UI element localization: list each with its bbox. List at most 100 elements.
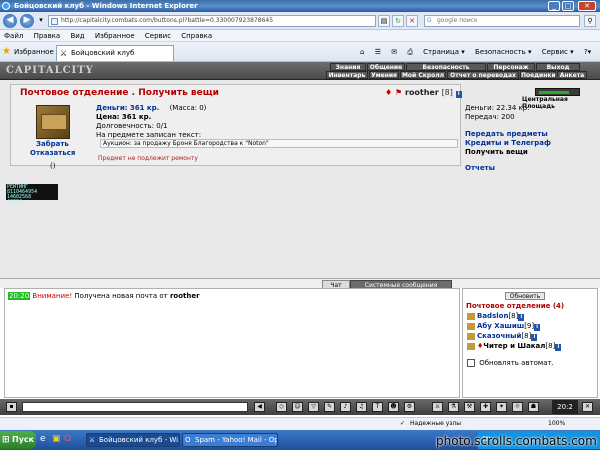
auto-update-option[interactable]: Обновлять автомат. bbox=[467, 359, 554, 368]
quick-action-7-icon[interactable]: ☗ bbox=[528, 402, 539, 412]
nav-transfer-report[interactable]: Отчет о переводах bbox=[447, 71, 519, 79]
search-input[interactable]: G google поиск bbox=[424, 15, 580, 27]
message-time[interactable]: 20:20 bbox=[8, 292, 31, 300]
game-toolbar: ▪ ◀ ◇ ☺ ▽ ✎ ♪ ♫ T ☻ ⚙ ⚔ ⚗ ⚒ ✚ ✦ ☼ ☗ 20:2… bbox=[0, 399, 600, 415]
help-icon[interactable]: ?▾ bbox=[584, 48, 591, 56]
settings-icon[interactable]: ⚙ bbox=[404, 402, 415, 412]
window-titlebar: Бойцовский клуб - Windows Internet Explo… bbox=[0, 0, 600, 12]
quicklaunch-folder-icon[interactable]: ▣ bbox=[52, 434, 61, 444]
stop-icon[interactable]: ✕ bbox=[406, 15, 418, 27]
quick-action-6-icon[interactable]: ☼ bbox=[512, 402, 523, 412]
quick-action-1-icon[interactable]: ⚔ bbox=[432, 402, 443, 412]
user-item[interactable]: Сказочный[8] i bbox=[467, 332, 538, 341]
rating-counter[interactable]: РЕЙТИНГ 8110464954 14602568 42334 bbox=[6, 184, 58, 205]
zoom-level[interactable]: 100% bbox=[548, 418, 565, 430]
menu-view[interactable]: Вид bbox=[70, 32, 84, 40]
mute-icon[interactable]: ♪ bbox=[340, 402, 351, 412]
compat-button[interactable]: ▤ bbox=[378, 15, 390, 27]
private-icon[interactable]: ✎ bbox=[324, 402, 335, 412]
nav-duels[interactable]: Поединки bbox=[520, 71, 556, 79]
page-icon bbox=[51, 18, 58, 25]
exit-icon[interactable]: ✕ bbox=[582, 402, 593, 412]
menu-help[interactable]: Справка bbox=[181, 32, 212, 40]
nav-character[interactable]: Персонаж bbox=[487, 63, 535, 71]
user-item[interactable]: Badslon[8] i bbox=[467, 312, 525, 321]
nav-inventory[interactable]: Инвентарь bbox=[326, 71, 368, 79]
menu-file[interactable]: Файл bbox=[4, 32, 23, 40]
chat-mode-icon[interactable]: ▪ bbox=[6, 402, 17, 412]
url-input[interactable]: http://capitalcity.combats.com/buttons.p… bbox=[48, 15, 376, 27]
send-icon[interactable]: ◀ bbox=[254, 402, 265, 412]
link-credits-telegraph[interactable]: Кредиты и Телеграф bbox=[465, 139, 595, 148]
quicklaunch-opera-icon[interactable]: O bbox=[64, 434, 71, 444]
link-transfer-items[interactable]: Передать предметы bbox=[465, 130, 595, 139]
quick-action-2-icon[interactable]: ⚗ bbox=[448, 402, 459, 412]
home-icon[interactable]: ⌂ bbox=[360, 48, 364, 56]
nav-skills[interactable]: Умения bbox=[369, 71, 399, 79]
quicklaunch-ie-icon[interactable]: e bbox=[40, 434, 46, 444]
info-icon[interactable]: i bbox=[531, 334, 538, 341]
take-link[interactable]: Забрать bbox=[36, 140, 69, 148]
info-icon[interactable]: i bbox=[455, 91, 462, 98]
nav-security[interactable]: Безопасность bbox=[406, 63, 486, 71]
chat-tabs-bar: Чат Системные сообщения bbox=[0, 278, 600, 289]
user-item[interactable]: Абу Хашиш[9] i bbox=[467, 322, 541, 331]
money-label: Деньги: bbox=[96, 104, 128, 112]
game-clock: 20:2 bbox=[552, 400, 578, 414]
task-opera-window[interactable]: O Spam - Yahoo! Mail - Opera bbox=[182, 433, 278, 447]
refresh-button[interactable]: Обновить bbox=[505, 292, 545, 300]
message-nick[interactable]: roother bbox=[170, 292, 200, 300]
translit-icon[interactable]: T bbox=[372, 402, 383, 412]
info-icon[interactable]: i bbox=[534, 324, 541, 331]
search-icon[interactable]: ⚲ bbox=[584, 15, 596, 27]
capitalcity-logo: CAPITALCITY bbox=[6, 65, 94, 76]
feeds-icon[interactable]: ☰ bbox=[375, 48, 381, 56]
close-button[interactable]: ✕ bbox=[578, 1, 596, 11]
history-dropdown[interactable]: ▾ bbox=[36, 15, 46, 27]
refuse-link[interactable]: Отказаться bbox=[30, 149, 75, 157]
page-menu[interactable]: Страница ▾ bbox=[423, 48, 465, 56]
info-icon[interactable]: i bbox=[518, 314, 525, 321]
nav-communication[interactable]: Общение bbox=[367, 63, 405, 71]
maximize-button[interactable]: □ bbox=[562, 1, 574, 11]
favorites-button[interactable]: ★ Избранное bbox=[2, 46, 54, 58]
nav-profile[interactable]: Анкета bbox=[557, 71, 587, 79]
refresh-icon[interactable]: ↻ bbox=[392, 15, 404, 27]
task-ie-window[interactable]: ⚔ Бойцовский клуб - Wi... bbox=[86, 433, 180, 447]
smile-icon[interactable]: ☺ bbox=[292, 402, 303, 412]
menu-tools[interactable]: Сервис bbox=[145, 32, 171, 40]
counter-value-3: 42334 bbox=[7, 199, 23, 205]
swords-icon: ⚔ bbox=[60, 49, 68, 58]
back-button[interactable]: ◀ bbox=[3, 14, 17, 28]
quick-action-4-icon[interactable]: ✚ bbox=[480, 402, 491, 412]
quick-action-3-icon[interactable]: ⚒ bbox=[464, 402, 475, 412]
menu-favorites[interactable]: Избранное bbox=[95, 32, 135, 40]
print-icon[interactable]: ⎙ bbox=[407, 48, 413, 56]
owner-name[interactable]: roother bbox=[405, 88, 439, 97]
chat-input[interactable] bbox=[22, 402, 248, 412]
nav-my-scroll[interactable]: Мой Скролл bbox=[400, 71, 446, 79]
user-item[interactable]: ♦Читер и Шакал[8] i bbox=[467, 342, 562, 351]
clear-icon[interactable]: ◇ bbox=[276, 402, 287, 412]
link-reports[interactable]: Отчеты bbox=[465, 164, 595, 173]
minimize-button[interactable]: _ bbox=[548, 1, 560, 11]
durability: Долговечность: 0/1 bbox=[96, 122, 168, 130]
filter-icon[interactable]: ▽ bbox=[308, 402, 319, 412]
tools-menu[interactable]: Сервис ▾ bbox=[542, 48, 574, 56]
auto-update-checkbox[interactable] bbox=[467, 359, 475, 367]
nav-knowledge[interactable]: Знания bbox=[330, 63, 366, 71]
mail-icon[interactable]: ✉ bbox=[391, 48, 397, 56]
favorites-bar: ★ Избранное ⚔ Бойцовский клуб ⌂ ☰ ✉ ⎙ Ст… bbox=[0, 42, 600, 62]
menu-edit[interactable]: Правка bbox=[34, 32, 61, 40]
quick-action-5-icon[interactable]: ✦ bbox=[496, 402, 507, 412]
link-receive-items[interactable]: Получить вещи bbox=[465, 148, 595, 157]
start-button[interactable]: ⊞ Пуск bbox=[0, 431, 36, 449]
browser-tab[interactable]: ⚔ Бойцовский клуб bbox=[56, 45, 174, 61]
sound-icon[interactable]: ♫ bbox=[356, 402, 367, 412]
money-value: 361 кр. bbox=[129, 104, 160, 112]
safety-menu[interactable]: Безопасность ▾ bbox=[475, 48, 531, 56]
forward-button[interactable]: ▶ bbox=[20, 14, 34, 28]
nav-exit[interactable]: Выход bbox=[536, 63, 580, 71]
info-icon[interactable]: i bbox=[555, 344, 562, 351]
emoticon-icon[interactable]: ☻ bbox=[388, 402, 399, 412]
